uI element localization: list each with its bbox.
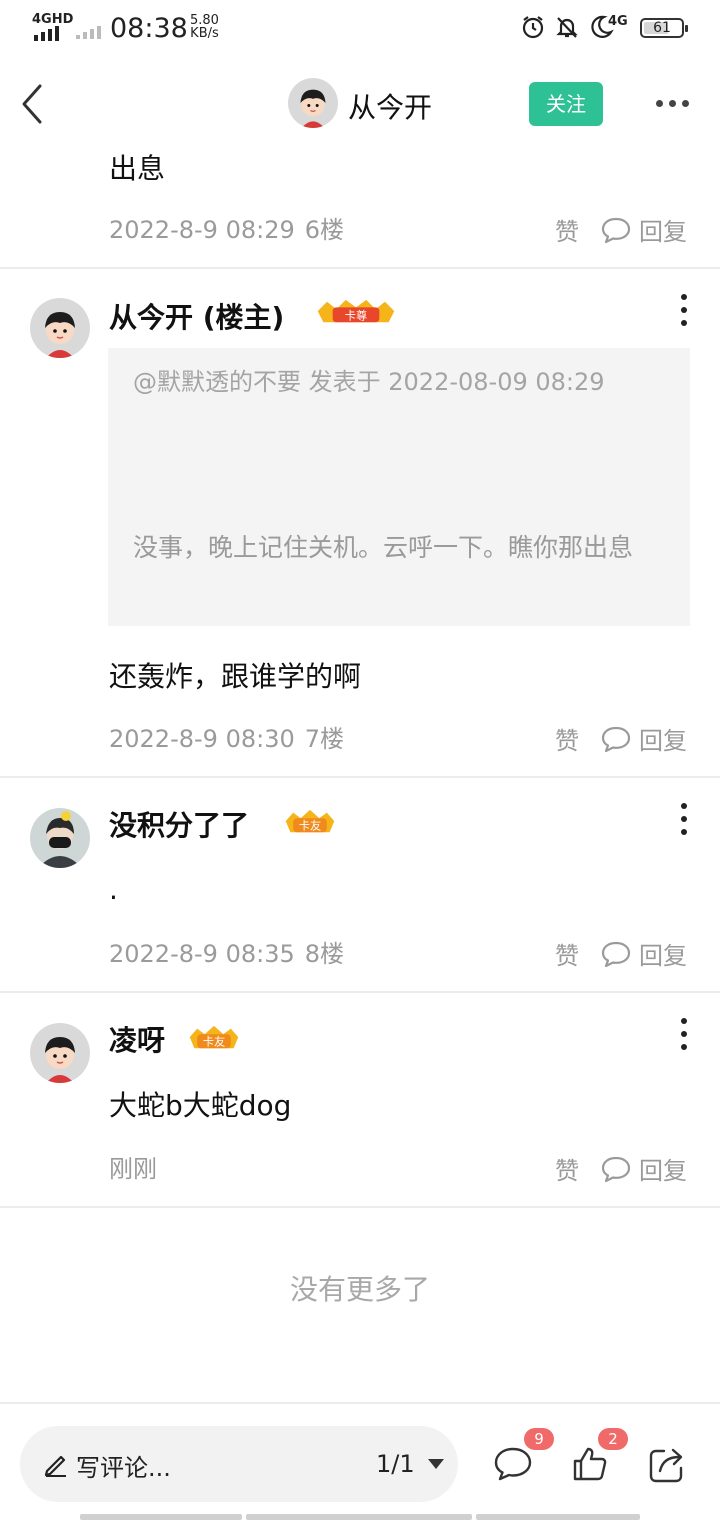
post-date: 2022-8-9 08:35 bbox=[109, 940, 295, 968]
comment-placeholder: 写评论... bbox=[76, 1454, 171, 1482]
alarm-icon bbox=[522, 16, 544, 39]
author-name[interactable]: 凌呀 bbox=[109, 1019, 165, 1059]
reply-button[interactable]: 回复 bbox=[601, 212, 687, 247]
avatar[interactable] bbox=[30, 808, 90, 868]
status-bar: 4GHD 08:38 5.80 KB/s 4G 61 bbox=[0, 0, 720, 58]
battery-level: 61 bbox=[653, 20, 671, 36]
badge-label: 卡友 bbox=[299, 818, 321, 832]
author-name[interactable]: 从今开 (楼主) bbox=[109, 296, 284, 336]
like-button[interactable]: 赞 bbox=[555, 936, 579, 971]
share-icon[interactable] bbox=[646, 1444, 686, 1484]
dropdown-caret-icon[interactable] bbox=[428, 1459, 444, 1469]
divider bbox=[0, 1206, 720, 1208]
cartoon-avatar-icon bbox=[288, 78, 338, 128]
reply-bubble-icon bbox=[601, 217, 631, 243]
network-type-secondary: 4G bbox=[608, 14, 628, 29]
kebab-menu-icon[interactable] bbox=[676, 294, 692, 326]
post-content-partial: 出息 bbox=[109, 152, 166, 185]
floor-number: 8楼 bbox=[304, 940, 345, 968]
rank-badge-crown-icon: 卡尊 bbox=[317, 299, 395, 322]
avatar[interactable] bbox=[30, 298, 90, 358]
header-avatar[interactable] bbox=[288, 78, 338, 128]
quote-header: @默默透的不要 发表于 2022-08-09 08:29 bbox=[133, 368, 605, 396]
reply-bubble-icon bbox=[601, 726, 631, 752]
speed-unit: KB/s bbox=[190, 26, 219, 41]
comment-count-badge: 9 bbox=[524, 1428, 554, 1450]
divider bbox=[0, 267, 720, 269]
more-dots-icon[interactable] bbox=[650, 88, 694, 118]
reply-label: 回复 bbox=[639, 218, 687, 246]
author-name[interactable]: 没积分了了 bbox=[109, 804, 249, 844]
comment-input[interactable]: 写评论... 1/1 bbox=[20, 1426, 458, 1502]
quote-text: 没事，晚上记住关机。云呼一下。瞧你那出息 bbox=[133, 533, 634, 562]
kebab-menu-icon[interactable] bbox=[676, 1018, 692, 1050]
badge-label: 卡尊 bbox=[345, 308, 367, 322]
gesture-bar-segment bbox=[246, 1514, 472, 1520]
post-meta: 2022-8-9 08:30 7楼 bbox=[109, 719, 344, 754]
status-icons bbox=[520, 14, 614, 40]
like-count-badge: 2 bbox=[598, 1428, 628, 1450]
comment-icon[interactable] bbox=[493, 1444, 533, 1484]
pen-icon bbox=[44, 1455, 66, 1477]
like-button[interactable]: 赞 bbox=[555, 1151, 579, 1186]
gesture-bar-segment bbox=[80, 1514, 242, 1520]
floor-number: 7楼 bbox=[304, 725, 345, 753]
like-button[interactable]: 赞 bbox=[555, 212, 579, 247]
reply-button[interactable]: 回复 bbox=[601, 721, 687, 756]
post-content: 还轰炸，跟谁学的啊 bbox=[109, 660, 362, 693]
post-meta: 2022-8-9 08:35 8楼 bbox=[109, 934, 344, 969]
post-content: 大蛇b大蛇dog bbox=[109, 1089, 292, 1122]
post-date: 2022-8-9 08:30 bbox=[109, 725, 295, 753]
divider bbox=[0, 776, 720, 778]
page-indicator[interactable]: 1/1 bbox=[376, 1450, 415, 1478]
quoted-post[interactable]: @默默透的不要 发表于 2022-08-09 08:29 没事，晚上记住关机。云… bbox=[108, 348, 690, 626]
like-button[interactable]: 赞 bbox=[555, 721, 579, 756]
end-of-list-text: 没有更多了 bbox=[289, 1273, 430, 1306]
rank-badge-crown-icon: 卡友 bbox=[189, 1025, 239, 1048]
reply-label: 回复 bbox=[639, 1157, 687, 1185]
clock: 08:38 bbox=[110, 13, 188, 44]
badge-label: 卡友 bbox=[203, 1034, 225, 1048]
post-meta: 2022-8-9 08:29 6楼 bbox=[109, 210, 344, 245]
reply-button[interactable]: 回复 bbox=[601, 936, 687, 971]
kebab-menu-icon[interactable] bbox=[676, 803, 692, 835]
avatar[interactable] bbox=[30, 1023, 90, 1083]
rank-badge-crown-icon: 卡友 bbox=[285, 809, 335, 832]
network-type: 4GHD bbox=[32, 12, 74, 27]
gesture-bar-segment bbox=[476, 1514, 640, 1520]
post-meta: 刚刚 bbox=[109, 1149, 157, 1184]
back-button[interactable] bbox=[14, 80, 54, 128]
signal-icon-secondary bbox=[76, 26, 101, 39]
floor-number: 6楼 bbox=[304, 216, 345, 244]
reply-label: 回复 bbox=[639, 942, 687, 970]
battery-icon: 61 bbox=[640, 18, 688, 38]
reply-bubble-icon bbox=[601, 941, 631, 967]
thumbs-up-icon[interactable] bbox=[570, 1444, 610, 1484]
back-arrow-icon bbox=[22, 84, 42, 124]
post-date: 2022-8-9 08:29 bbox=[109, 216, 295, 244]
masked-person-avatar-icon bbox=[30, 808, 90, 868]
post-date: 刚刚 bbox=[109, 1155, 157, 1183]
reply-button[interactable]: 回复 bbox=[601, 1151, 687, 1186]
bottom-action-bar: 写评论... 1/1 9 2 bbox=[0, 1402, 720, 1520]
mute-bell-icon bbox=[556, 17, 578, 38]
top-bar: 从今开 关注 bbox=[0, 58, 720, 148]
post-content: . bbox=[109, 873, 118, 906]
follow-button[interactable]: 关注 bbox=[529, 82, 603, 126]
reply-bubble-icon bbox=[601, 1156, 631, 1182]
network-speed: 5.80 KB/s bbox=[190, 14, 219, 40]
cartoon-avatar-icon bbox=[30, 1023, 90, 1083]
divider bbox=[0, 991, 720, 993]
signal-icon bbox=[34, 26, 59, 41]
page-title: 从今开 bbox=[348, 91, 433, 124]
cartoon-avatar-icon bbox=[30, 298, 90, 358]
reply-label: 回复 bbox=[639, 727, 687, 755]
